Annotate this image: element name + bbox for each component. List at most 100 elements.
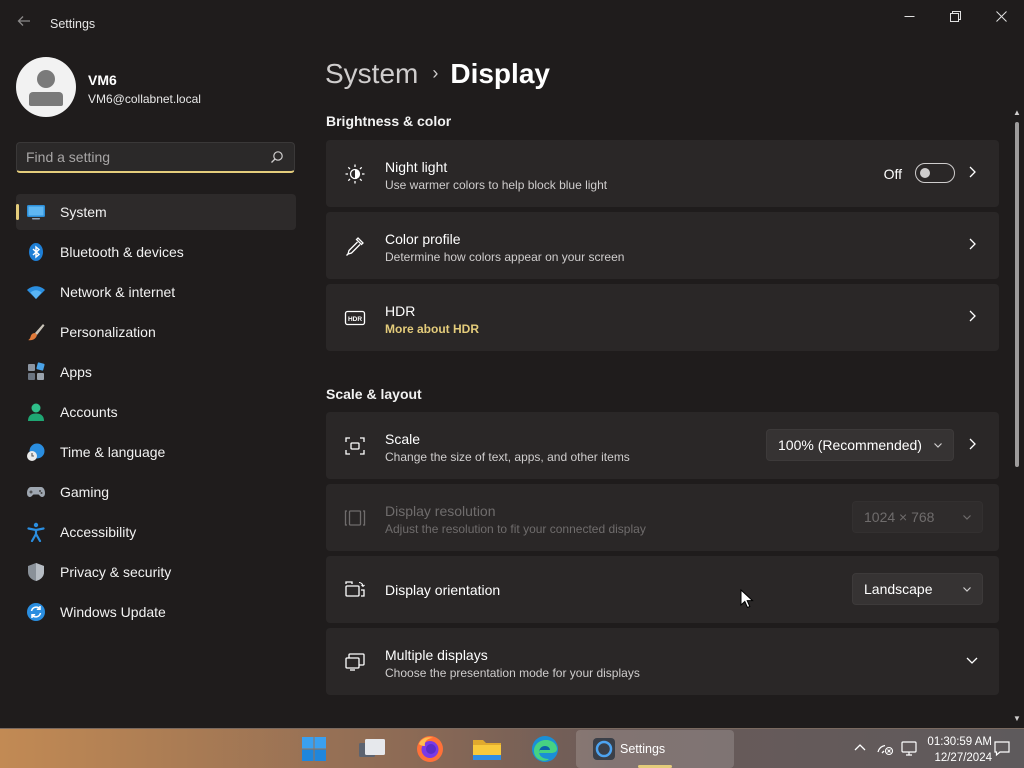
display-tray-icon[interactable] — [900, 739, 918, 757]
card-title: Scale — [385, 431, 421, 447]
sidebar-item-bluetooth[interactable]: Bluetooth & devices — [16, 234, 296, 270]
minimize-button[interactable] — [886, 6, 932, 28]
night-light-card[interactable]: Night light Use warmer colors to help bl… — [326, 140, 999, 207]
sidebar-item-label: Accounts — [60, 404, 118, 420]
close-button[interactable] — [978, 6, 1024, 28]
network-disconnected-icon[interactable] — [876, 739, 894, 757]
multiple-displays-card[interactable]: Multiple displays Choose the presentatio… — [326, 628, 999, 695]
scroll-down-arrow[interactable]: ▼ — [1013, 714, 1021, 723]
title-bar: Settings — [0, 0, 1024, 48]
svg-text:HDR: HDR — [348, 316, 362, 323]
user-name: VM6 — [88, 72, 117, 88]
search-icon[interactable] — [270, 150, 284, 164]
sidebar-item-accessibility[interactable]: Accessibility — [16, 514, 296, 550]
scale-dropdown[interactable]: 100% (Recommended) — [766, 429, 954, 461]
breadcrumb: System › Display — [325, 58, 550, 90]
sidebar-item-accounts[interactable]: Accounts — [16, 394, 296, 430]
night-light-toggle[interactable] — [915, 163, 955, 183]
card-title: Display orientation — [385, 582, 501, 598]
section-title-brightness: Brightness & color — [326, 113, 452, 129]
search-input[interactable] — [26, 149, 266, 165]
chevron-right-icon — [969, 310, 976, 322]
resolution-dropdown: 1024 × 768 — [852, 501, 983, 533]
scale-icon — [345, 437, 365, 455]
taskbar-settings-app[interactable]: Settings — [576, 730, 734, 768]
back-button[interactable] — [14, 14, 34, 34]
card-description: Adjust the resolution to fit your connec… — [385, 522, 646, 536]
orientation-dropdown[interactable]: Landscape — [852, 573, 983, 605]
sidebar-item-label: Accessibility — [60, 524, 137, 540]
gamepad-icon — [27, 487, 45, 497]
sidebar-item-gaming[interactable]: Gaming — [16, 474, 296, 510]
chevron-down-icon — [963, 515, 971, 520]
sidebar-item-time-language[interactable]: Time & language — [16, 434, 296, 470]
search-box[interactable] — [16, 142, 295, 173]
file-explorer-icon[interactable] — [471, 734, 503, 764]
mouse-cursor-icon — [740, 589, 754, 609]
clock-date: 12/27/2024 — [934, 752, 992, 764]
sidebar-item-personalization[interactable]: Personalization — [16, 314, 296, 350]
page-title: Display — [450, 58, 550, 89]
system-monitor-icon — [27, 205, 45, 220]
wifi-icon — [27, 286, 45, 299]
card-description: Use warmer colors to help block blue lig… — [385, 178, 608, 192]
bluetooth-icon — [29, 243, 43, 261]
taskbar: Settings 01:30:59 AM 12/27/2024 — [0, 728, 1024, 768]
more-about-hdr-link[interactable]: More about HDR — [385, 322, 479, 336]
sidebar-item-label: Bluetooth & devices — [60, 244, 184, 260]
minimize-icon — [904, 16, 914, 17]
sidebar-item-label: Privacy & security — [60, 564, 172, 580]
orientation-icon — [345, 581, 365, 597]
scale-card[interactable]: Scale Change the size of text, apps, and… — [326, 412, 999, 479]
taskbar-app-label: Settings — [620, 742, 666, 756]
hdr-icon: HDR — [344, 310, 366, 326]
sidebar-item-apps[interactable]: Apps — [16, 354, 296, 390]
sidebar-item-network[interactable]: Network & internet — [16, 274, 296, 310]
eyedropper-icon — [346, 237, 364, 256]
windows-start-icon[interactable] — [298, 734, 330, 764]
chevron-down-icon — [963, 587, 971, 592]
avatar — [16, 57, 76, 117]
sidebar-item-label: Network & internet — [60, 284, 176, 300]
sidebar-item-windows-update[interactable]: Windows Update — [16, 594, 296, 630]
card-title: Night light — [385, 159, 448, 175]
hdr-card[interactable]: HDR HDR More about HDR — [326, 284, 999, 351]
breadcrumb-parent[interactable]: System — [325, 58, 418, 89]
active-indicator — [16, 204, 19, 220]
section-title-scale: Scale & layout — [326, 386, 422, 402]
breadcrumb-separator: › — [432, 63, 439, 83]
scrollbar-thumb[interactable] — [1015, 122, 1019, 467]
dropdown-value: 1024 × 768 — [864, 509, 935, 525]
chevron-down-icon — [934, 443, 942, 448]
settings-icon — [593, 738, 615, 760]
color-profile-card[interactable]: Color profile Determine how colors appea… — [326, 212, 999, 279]
edge-icon[interactable] — [529, 734, 561, 764]
card-title: Color profile — [385, 231, 461, 247]
chevron-right-icon — [969, 438, 976, 450]
restore-icon — [949, 11, 961, 22]
sidebar-item-label: Windows Update — [60, 604, 166, 620]
display-resolution-card: Display resolution Adjust the resolution… — [326, 484, 999, 551]
close-icon — [995, 11, 1007, 22]
sidebar-item-label: Gaming — [60, 484, 110, 500]
task-view-icon[interactable] — [357, 734, 389, 764]
restore-button[interactable] — [932, 6, 978, 28]
taskbar-clock[interactable]: 01:30:59 AM 12/27/2024 — [918, 734, 992, 766]
notification-icon[interactable] — [993, 739, 1011, 757]
sidebar-item-label: System — [60, 204, 107, 220]
scroll-up-arrow[interactable]: ▲ — [1013, 108, 1021, 117]
sidebar-item-privacy[interactable]: Privacy & security — [16, 554, 296, 590]
accessibility-icon — [27, 522, 45, 542]
clock-time: 01:30:59 AM — [927, 736, 992, 748]
globe-clock-icon — [27, 443, 45, 461]
sidebar-item-system[interactable]: System — [16, 194, 296, 230]
user-email: VM6@collabnet.local — [88, 92, 201, 106]
chevron-up-icon[interactable] — [851, 739, 869, 757]
sidebar-item-label: Personalization — [60, 324, 156, 340]
settings-window: Settings VM6 VM6@collabnet.local System — [0, 0, 1024, 728]
firefox-icon[interactable] — [414, 734, 446, 764]
card-description: Choose the presentation mode for your di… — [385, 666, 640, 680]
card-description: Determine how colors appear on your scre… — [385, 250, 625, 264]
paintbrush-icon — [28, 324, 45, 341]
windows-update-icon — [27, 603, 45, 621]
